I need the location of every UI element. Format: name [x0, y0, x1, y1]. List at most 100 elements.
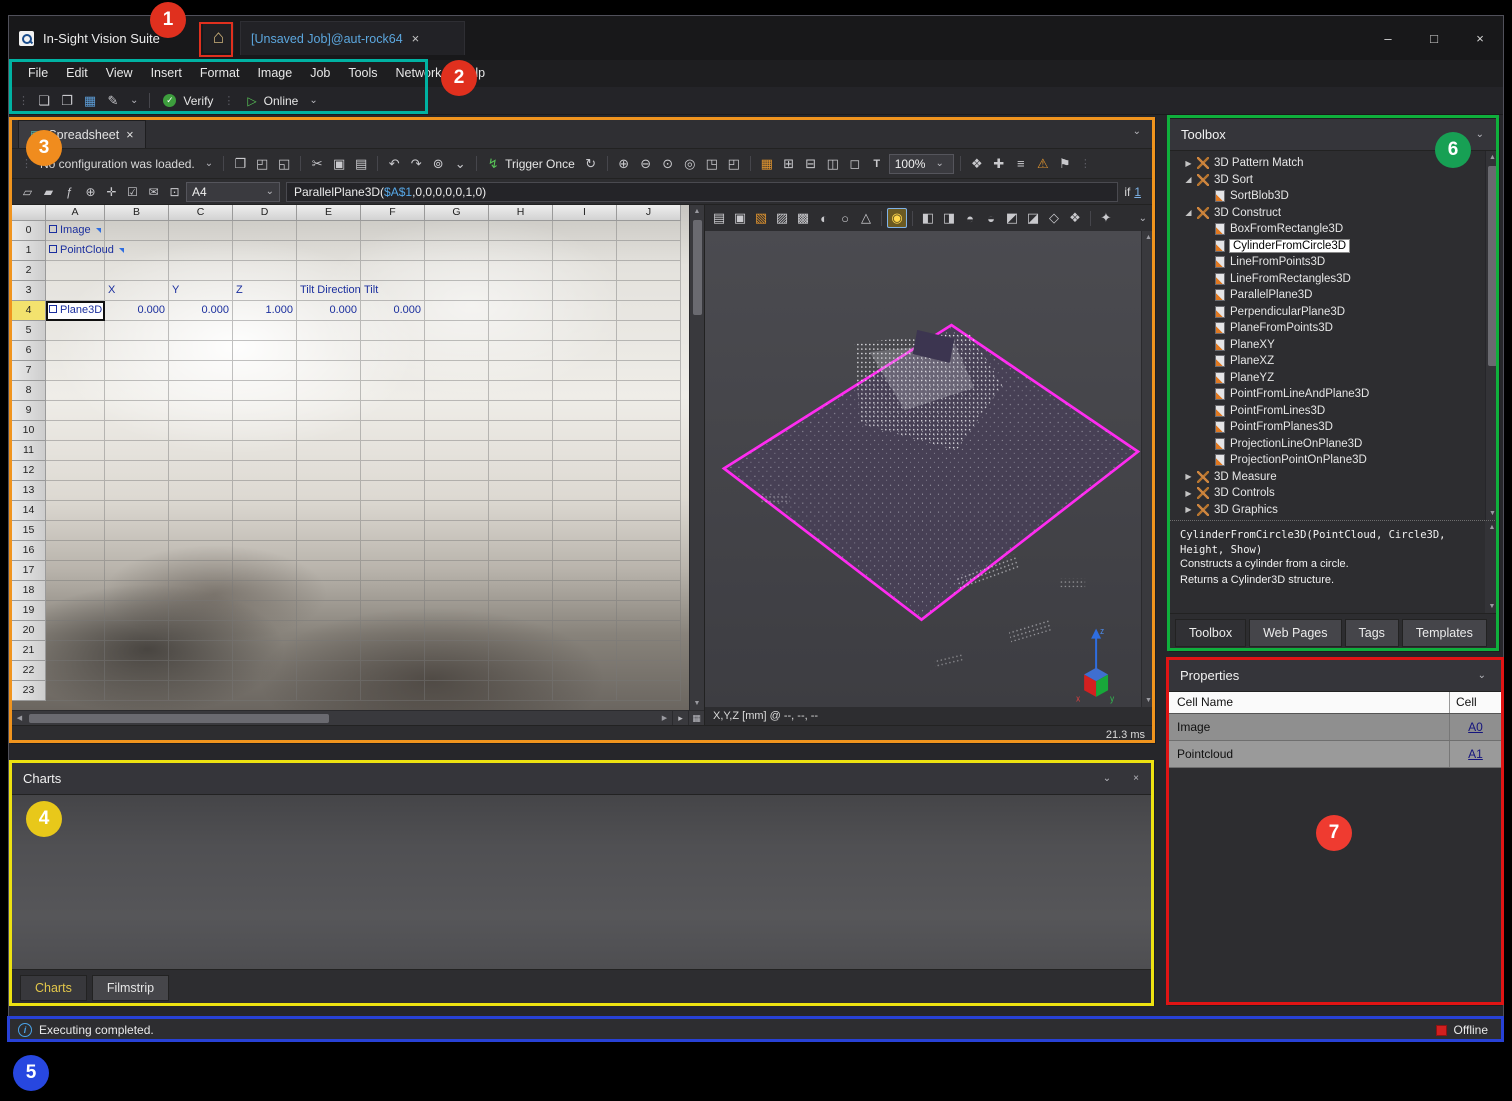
toolbox-item[interactable]: BoxFromRectangle3D — [1174, 221, 1483, 238]
spreadsheet-cell[interactable] — [105, 481, 169, 501]
spreadsheet-cell[interactable] — [361, 401, 425, 421]
row-header[interactable]: 1 — [12, 241, 46, 261]
spreadsheet-cell[interactable] — [46, 661, 105, 681]
spreadsheet-cell[interactable] — [233, 481, 297, 501]
expander-icon[interactable]: ◢ — [1182, 208, 1195, 217]
spreadsheet-cell[interactable] — [617, 501, 681, 521]
home-button[interactable]: ⌂ — [203, 22, 234, 53]
view-options-icon[interactable]: ▤ — [709, 208, 729, 228]
spreadsheet-cell[interactable] — [617, 601, 681, 621]
spreadsheet-cell[interactable] — [297, 261, 361, 281]
spreadsheet-cell[interactable]: 1.000 — [233, 301, 297, 321]
spreadsheet-cell[interactable] — [361, 481, 425, 501]
spreadsheet-cell[interactable] — [425, 461, 489, 481]
save-job-icon[interactable]: ▦ — [80, 91, 100, 111]
point-cloud-view[interactable]: x y z — [705, 231, 1141, 707]
spreadsheet-cell[interactable] — [489, 681, 553, 701]
spreadsheet-cell[interactable] — [297, 361, 361, 381]
spreadsheet-cell[interactable] — [233, 661, 297, 681]
spreadsheet-cell[interactable] — [169, 221, 233, 241]
toolbox-item[interactable]: ▶ 3D Graphics — [1174, 502, 1483, 519]
spreadsheet-cell[interactable] — [297, 341, 361, 361]
spreadsheet-cell[interactable] — [297, 561, 361, 581]
spreadsheet-cell[interactable] — [425, 381, 489, 401]
spreadsheet-cell[interactable] — [105, 341, 169, 361]
spreadsheet-cell[interactable] — [553, 301, 617, 321]
spreadsheet-cell[interactable] — [489, 541, 553, 561]
column-header[interactable]: H — [489, 205, 553, 221]
spreadsheet-cell[interactable] — [553, 581, 617, 601]
column-header[interactable]: B — [105, 205, 169, 221]
tab-toolbox[interactable]: Toolbox — [1175, 619, 1246, 647]
spreadsheet-cell[interactable] — [169, 601, 233, 621]
spreadsheet-cell[interactable] — [425, 561, 489, 581]
spreadsheet-cell[interactable] — [297, 481, 361, 501]
column-header[interactable]: D — [233, 205, 297, 221]
spreadsheet-cell[interactable] — [46, 341, 105, 361]
cell-link[interactable]: A1 — [1468, 747, 1483, 761]
property-row[interactable]: Image A0 — [1169, 714, 1501, 741]
zoom-actual-icon[interactable]: ⊙ — [658, 154, 678, 174]
tab-tags[interactable]: Tags — [1345, 619, 1399, 647]
spreadsheet-cell[interactable] — [46, 541, 105, 561]
zoom-select[interactable]: 100% ⌄ — [889, 154, 954, 174]
spreadsheet-cell[interactable] — [46, 641, 105, 661]
spreadsheet-cell[interactable] — [169, 381, 233, 401]
view-3d-menu-icon[interactable]: ⌄ — [1135, 213, 1151, 224]
spreadsheet-cell[interactable] — [361, 501, 425, 521]
spreadsheet-cell[interactable] — [425, 401, 489, 421]
spreadsheet-cell[interactable] — [553, 461, 617, 481]
view-left-icon[interactable]: ◧ — [918, 208, 938, 228]
cell-reference-select[interactable]: A4 ⌄ — [186, 182, 280, 202]
spreadsheet-cell[interactable] — [489, 481, 553, 501]
property-row[interactable]: Pointcloud A1 — [1169, 741, 1501, 768]
spreadsheet-cell[interactable] — [425, 321, 489, 341]
color-map-icon[interactable]: ▧ — [751, 208, 771, 228]
tab-spreadsheet[interactable]: ▦ Spreadsheet × — [18, 120, 146, 148]
scroll-up-icon[interactable]: ▲ — [1485, 521, 1499, 534]
spreadsheet-cell[interactable] — [489, 601, 553, 621]
column-header[interactable]: J — [617, 205, 681, 221]
spreadsheet-cell[interactable] — [233, 561, 297, 581]
spreadsheet-cell[interactable]: 0.000 — [361, 301, 425, 321]
spreadsheet-cell[interactable] — [105, 621, 169, 641]
row-header[interactable]: 4 — [12, 301, 46, 321]
cell-graphic-icon[interactable]: ⊡ — [165, 182, 184, 201]
spreadsheet-cell[interactable] — [617, 401, 681, 421]
load-image-icon[interactable]: ❐ — [230, 154, 250, 174]
spreadsheet-cell[interactable] — [233, 441, 297, 461]
maximize-button[interactable]: □ — [1411, 16, 1457, 60]
spreadsheet-cell[interactable] — [361, 321, 425, 341]
toolbox-item[interactable]: ◢ 3D Construct — [1174, 205, 1483, 222]
spreadsheet-cell[interactable] — [297, 641, 361, 661]
spreadsheet-cell[interactable] — [617, 661, 681, 681]
scrollbar-track[interactable] — [27, 714, 657, 723]
spreadsheet-cell[interactable] — [169, 441, 233, 461]
spreadsheet-tab-close-icon[interactable]: × — [126, 128, 133, 142]
job-tab[interactable]: [Unsaved Job]@aut-rock64 × — [240, 21, 465, 55]
row-header[interactable]: 15 — [12, 521, 46, 541]
expander-icon[interactable]: ▶ — [1182, 505, 1195, 514]
spreadsheet-cell[interactable] — [553, 641, 617, 661]
scrollbar-thumb[interactable] — [1488, 166, 1497, 366]
open-job-icon[interactable]: ❐ — [57, 91, 77, 111]
find-icon[interactable]: ⊚ — [428, 154, 448, 174]
spreadsheet-cell[interactable] — [425, 681, 489, 701]
row-header[interactable]: 14 — [12, 501, 46, 521]
spreadsheet-cell[interactable]: 0.000 — [105, 301, 169, 321]
spreadsheet-cell[interactable] — [233, 601, 297, 621]
toolbox-item[interactable]: PlaneFromPoints3D — [1174, 320, 1483, 337]
row-header[interactable]: 19 — [12, 601, 46, 621]
save-job-as-icon[interactable]: ✎ — [103, 91, 123, 111]
spreadsheet-cell[interactable]: Plane3D — [46, 301, 105, 321]
select-tool-icon[interactable]: ▱ — [18, 182, 37, 201]
row-header[interactable]: 17 — [12, 561, 46, 581]
expander-icon[interactable]: ▶ — [1182, 159, 1195, 168]
spreadsheet-cell[interactable] — [553, 481, 617, 501]
toolbox-item[interactable]: SortBlob3D — [1174, 188, 1483, 205]
spreadsheet-cell[interactable] — [233, 521, 297, 541]
spreadsheet-cell[interactable] — [425, 281, 489, 301]
spreadsheet-cell[interactable] — [297, 661, 361, 681]
separator[interactable] — [912, 211, 913, 226]
discrete-io-icon[interactable]: ⚑ — [1055, 154, 1075, 174]
